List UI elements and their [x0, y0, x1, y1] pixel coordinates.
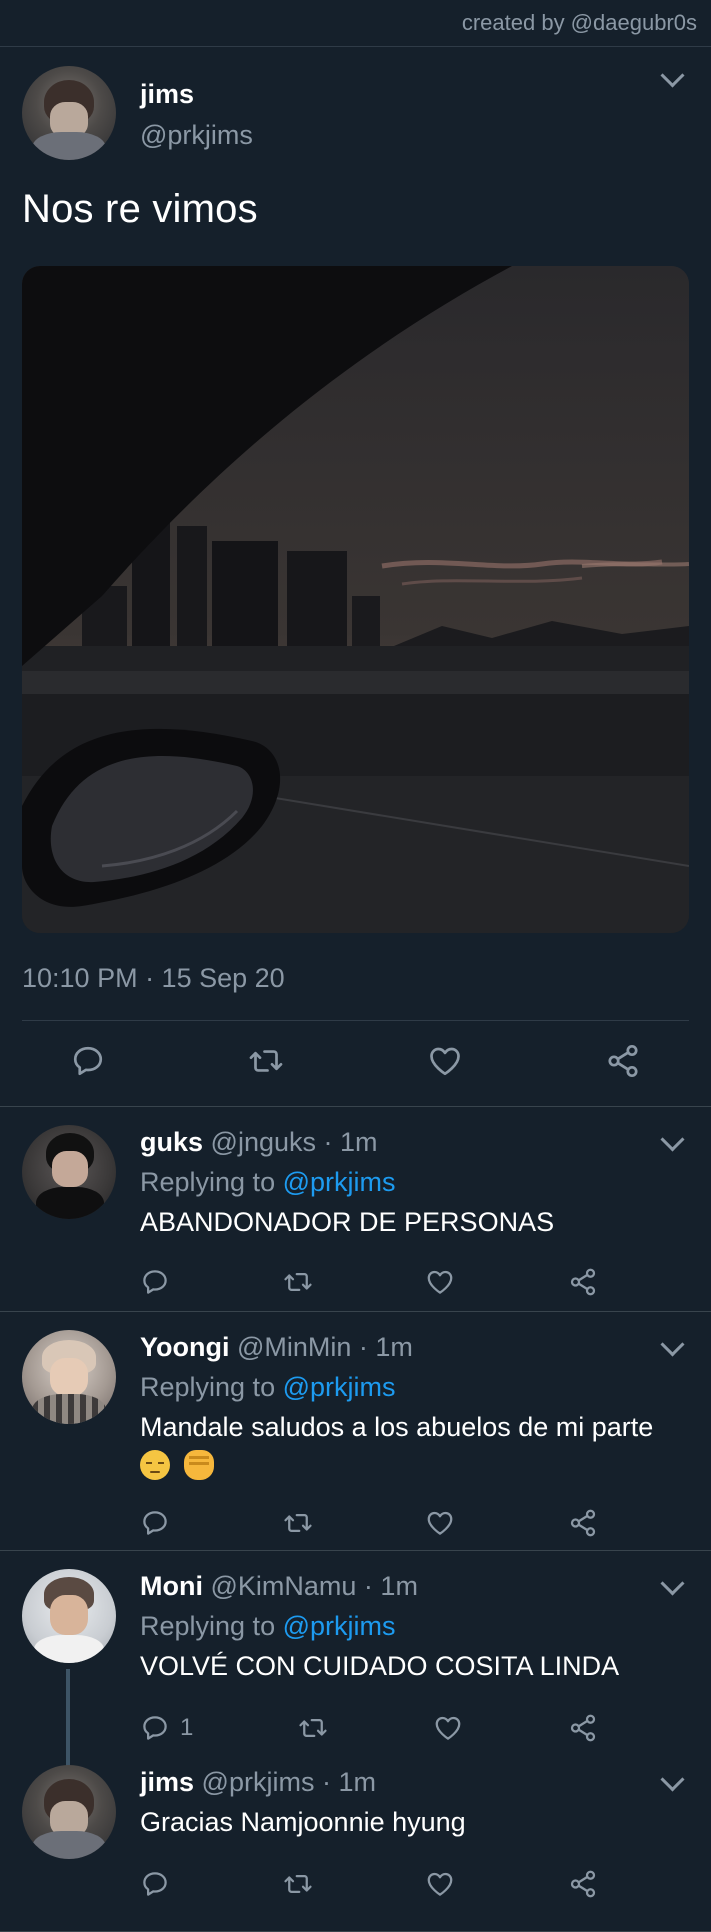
tweet-photo[interactable]	[22, 266, 689, 933]
reply-count: 1	[180, 1714, 194, 1741]
retweet-icon[interactable]	[298, 1713, 328, 1743]
handle-time: @MinMin · 1m	[237, 1332, 413, 1362]
tweet-header: jims @prkjims	[22, 63, 689, 161]
like-icon[interactable]	[427, 1043, 463, 1084]
reply-header: guks @jnguks · 1m	[140, 1125, 689, 1159]
user-handle[interactable]: @prkjims	[140, 120, 253, 151]
replying-to-label: Replying to	[140, 1611, 283, 1641]
like-icon[interactable]	[425, 1267, 455, 1297]
retweet-icon[interactable]	[283, 1508, 313, 1538]
mention-link[interactable]: @prkjims	[283, 1611, 396, 1641]
credit-banner: created by @daegubr0s	[0, 0, 711, 47]
share-icon[interactable]	[568, 1713, 598, 1743]
main-tweet: jims @prkjims Nos re vimos 10:10 PM · 15…	[0, 47, 711, 1107]
reply-content: Moni @KimNamu · 1m Replying to @prkjims …	[140, 1569, 689, 1755]
reply-text: VOLVÉ CON CUIDADO COSITA LINDA	[140, 1651, 620, 1681]
display-name[interactable]: jims	[140, 1767, 194, 1797]
reply-icon[interactable]: 1	[140, 1713, 193, 1743]
reply-text: Gracias Namjoonnie hyung	[140, 1807, 466, 1837]
share-icon[interactable]	[568, 1267, 598, 1297]
tweet-timestamp: 10:10 PM · 15 Sep 20	[22, 963, 689, 1021]
reply-thread: Moni @KimNamu · 1m Replying to @prkjims …	[0, 1551, 711, 1932]
share-icon[interactable]	[568, 1508, 598, 1538]
reply-icon[interactable]	[140, 1869, 170, 1899]
avatar[interactable]	[22, 1125, 116, 1219]
share-icon[interactable]	[605, 1043, 641, 1084]
retweet-icon[interactable]	[283, 1869, 313, 1899]
emoji-row	[140, 1446, 689, 1480]
reply-tweet[interactable]: Moni @KimNamu · 1m Replying to @prkjims …	[22, 1569, 689, 1765]
avatar[interactable]	[22, 66, 116, 160]
handle-time: @jnguks · 1m	[210, 1127, 378, 1157]
like-icon[interactable]	[433, 1713, 463, 1743]
avatar[interactable]	[22, 1765, 116, 1859]
chevron-down-icon[interactable]	[660, 63, 685, 88]
avatar[interactable]	[22, 1569, 116, 1663]
raised-fist-icon	[183, 1449, 214, 1480]
reply-tweet[interactable]: Yoongi @MinMin · 1m Replying to @prkjims…	[0, 1312, 711, 1551]
display-name[interactable]: guks	[140, 1127, 203, 1157]
reply-tweet[interactable]: guks @jnguks · 1m Replying to @prkjims A…	[0, 1107, 711, 1312]
replying-to-label: Replying to	[140, 1167, 283, 1197]
handle-time: @prkjims · 1m	[201, 1767, 376, 1797]
retweet-icon[interactable]	[283, 1267, 313, 1297]
reply-content: guks @jnguks · 1m Replying to @prkjims A…	[140, 1125, 689, 1309]
reply-tweet[interactable]: jims @prkjims · 1m Gracias Namjoonnie hy…	[22, 1765, 689, 1915]
reply-content: Yoongi @MinMin · 1m Replying to @prkjims…	[140, 1330, 689, 1550]
reply-content: jims @prkjims · 1m Gracias Namjoonnie hy…	[140, 1765, 689, 1911]
display-name[interactable]: Yoongi	[140, 1332, 229, 1362]
replying-to: Replying to @prkjims	[140, 1370, 689, 1404]
reply-header: Yoongi @MinMin · 1m	[140, 1330, 689, 1364]
night-car-window-photo	[22, 266, 689, 933]
credit-text: created by @daegubr0s	[461, 10, 697, 35]
replying-to-label: Replying to	[140, 1372, 283, 1402]
replying-to: Replying to @prkjims	[140, 1165, 689, 1199]
retweet-icon[interactable]	[248, 1043, 284, 1084]
reply-header: Moni @KimNamu · 1m	[140, 1569, 689, 1603]
reply-actions: 1	[140, 1701, 598, 1755]
reply-text: ABANDONADOR DE PERSONAS	[140, 1207, 555, 1237]
like-icon[interactable]	[425, 1508, 455, 1538]
tweet-text: Nos re vimos	[22, 187, 258, 231]
reply-icon[interactable]	[70, 1043, 106, 1084]
like-icon[interactable]	[425, 1869, 455, 1899]
reply-header: jims @prkjims · 1m	[140, 1765, 689, 1799]
reply-actions	[140, 1496, 598, 1550]
avatar[interactable]	[22, 1330, 116, 1424]
reply-actions	[140, 1255, 598, 1309]
mention-link[interactable]: @prkjims	[283, 1372, 396, 1402]
pensive-face-icon	[140, 1449, 170, 1480]
reply-actions	[140, 1857, 598, 1911]
handle-time: @KimNamu · 1m	[210, 1571, 418, 1601]
display-name[interactable]: jims	[140, 79, 253, 110]
share-icon[interactable]	[568, 1869, 598, 1899]
display-name[interactable]: Moni	[140, 1571, 203, 1601]
reply-icon[interactable]	[140, 1267, 170, 1297]
reply-text: Mandale saludos a los abuelos de mi part…	[140, 1412, 654, 1442]
reply-icon[interactable]	[140, 1508, 170, 1538]
tweet-author: jims @prkjims	[140, 75, 253, 151]
replying-to: Replying to @prkjims	[140, 1609, 689, 1643]
mention-link[interactable]: @prkjims	[283, 1167, 396, 1197]
tweet-actions	[0, 1021, 711, 1107]
